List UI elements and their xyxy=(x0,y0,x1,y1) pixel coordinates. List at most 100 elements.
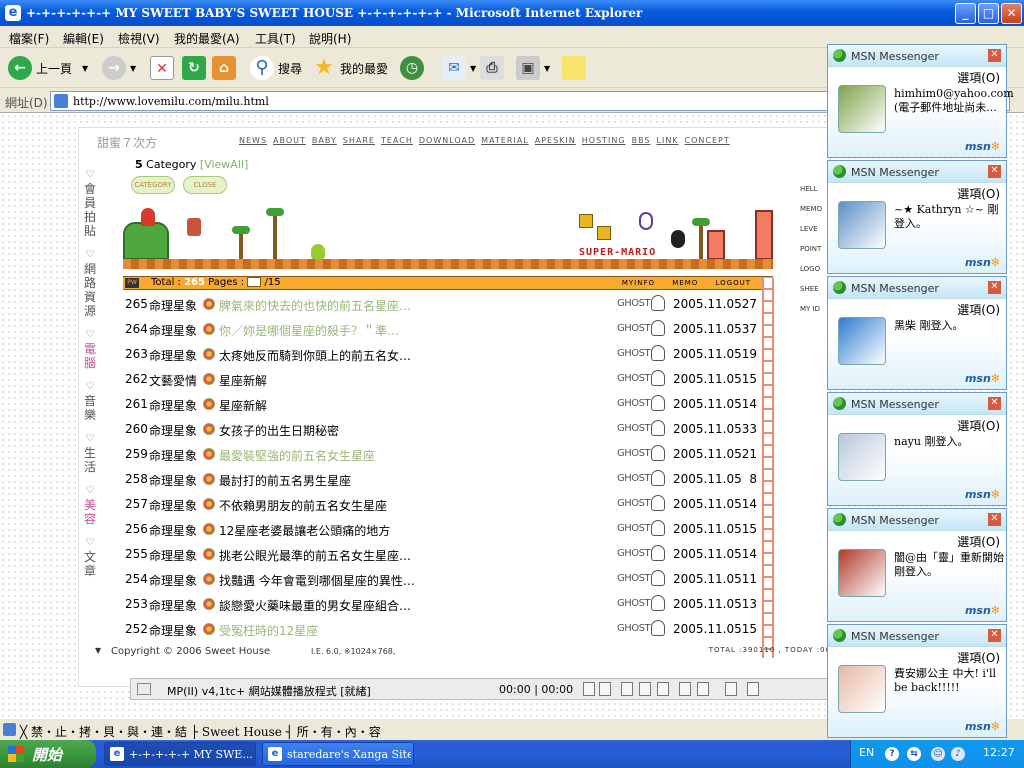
myinfo-link[interactable]: MYINFO xyxy=(622,279,655,287)
search-button[interactable]: ⚲ 搜尋 xyxy=(250,54,302,82)
right-side-item[interactable]: MY ID xyxy=(800,299,830,319)
menu-tools[interactable]: 工具(T) xyxy=(255,30,296,47)
close-button[interactable]: ✕ xyxy=(1001,3,1022,24)
row-author[interactable]: GHOST xyxy=(617,498,651,509)
msn-popup[interactable]: MSN Messenger ✕ 選項(O) 費安娜公主 中大! i'll be bac… xyxy=(827,624,1007,738)
side-category[interactable]: ♡ 網路資源 xyxy=(83,248,97,318)
row-category[interactable]: 命理星象 xyxy=(149,572,197,589)
back-button[interactable]: ← 上一頁 ▼ xyxy=(8,54,88,82)
row-author[interactable]: GHOST xyxy=(617,423,651,434)
player-stop-button[interactable] xyxy=(657,682,669,696)
close-icon[interactable]: ✕ xyxy=(988,629,1001,642)
maximize-button[interactable]: □ xyxy=(978,3,999,24)
right-side-item[interactable]: LOGO xyxy=(800,259,830,279)
nav-item[interactable]: APESKIN xyxy=(535,136,576,145)
favorites-button[interactable]: ★ 我的最愛 xyxy=(312,54,388,82)
taskbar-item-xanga[interactable]: e staredare's Xanga Site -... xyxy=(262,742,414,766)
row-category[interactable]: 命理星象 xyxy=(149,397,197,414)
row-category[interactable]: 命理星象 xyxy=(149,622,197,639)
row-category[interactable]: 命理星象 xyxy=(149,472,197,489)
close-icon[interactable]: ✕ xyxy=(988,397,1001,410)
menu-edit[interactable]: 編輯(E) xyxy=(63,30,104,47)
nav-item[interactable]: HOSTING xyxy=(582,136,626,145)
memo-link[interactable]: MEMO xyxy=(672,279,698,287)
msn-popup-text[interactable]: 費安娜公主 中大! i'll be back!!!!! xyxy=(894,667,1004,695)
logout-link[interactable]: LOGOUT xyxy=(716,279,752,287)
side-category[interactable]: ♡ 電腦 xyxy=(83,328,97,370)
msn-options-link[interactable]: 選項(O) xyxy=(957,417,1000,434)
view-all-link[interactable]: [ViewAll] xyxy=(200,158,248,171)
msn-popup-text[interactable]: ~★ Kathryn ☆~ 剛登入。 xyxy=(894,203,1004,231)
help-tray-icon[interactable]: ? xyxy=(885,747,899,761)
row-author[interactable]: GHOST xyxy=(617,398,651,409)
right-side-item[interactable]: SHEE xyxy=(800,279,830,299)
row-author[interactable]: GHOST xyxy=(617,298,651,309)
nav-item[interactable]: LINK xyxy=(657,136,679,145)
edit-dropdown-icon[interactable]: ▼ xyxy=(544,64,550,73)
row-title-link[interactable]: 找豔遇 今年會電到哪個星座的異性… xyxy=(219,572,415,589)
row-author[interactable]: GHOST xyxy=(617,548,651,559)
forward-dropdown-icon[interactable]: ▼ xyxy=(130,64,136,73)
msn-options-link[interactable]: 選項(O) xyxy=(957,185,1000,202)
row-category[interactable]: 文藝愛情 xyxy=(149,372,197,389)
back-dropdown-icon[interactable]: ▼ xyxy=(82,64,88,73)
row-category[interactable]: 命理星象 xyxy=(149,297,197,314)
side-category[interactable]: ♡ 生活 xyxy=(83,432,97,474)
right-side-item[interactable]: LEVE xyxy=(800,219,830,239)
row-category[interactable]: 命理星象 xyxy=(149,422,197,439)
home-button[interactable]: ⌂ xyxy=(212,54,240,82)
side-category[interactable]: ♡ 音樂 xyxy=(83,380,97,422)
row-title-link[interactable]: 談戀愛火藥味最重的男女星座組合… xyxy=(219,597,411,614)
player-prev-button[interactable] xyxy=(583,682,595,696)
nav-item[interactable]: NEWS xyxy=(239,136,267,145)
player-pause-button[interactable] xyxy=(621,682,633,696)
forward-button[interactable]: → ▼ xyxy=(102,54,136,82)
row-author[interactable]: GHOST xyxy=(617,623,651,634)
player-forward-button[interactable] xyxy=(679,682,691,696)
row-title-link[interactable]: 太疼她反而騎到你頭上的前五名女… xyxy=(219,347,411,364)
msn-tray-icon[interactable]: ☺ xyxy=(931,747,945,761)
nav-item[interactable]: ABOUT xyxy=(273,136,306,145)
nav-item[interactable]: MATERIAL xyxy=(481,136,529,145)
menu-file[interactable]: 檔案(F) xyxy=(9,30,49,47)
category-cloud-button[interactable]: CATEGORY xyxy=(131,176,175,194)
menu-view[interactable]: 檢視(V) xyxy=(118,30,160,47)
player-next-button[interactable] xyxy=(697,682,709,696)
msn-popup[interactable]: MSN Messenger ✕ 選項(O) 闇@由「靈」重新開始 剛登入。 msn✻ xyxy=(827,508,1007,622)
right-side-item[interactable]: HELL xyxy=(800,179,830,199)
row-title-link[interactable]: 你／妳是哪個星座的殺手？＂準… xyxy=(219,322,399,339)
row-title-link[interactable]: 星座新解 xyxy=(219,397,267,414)
close-icon[interactable]: ✕ xyxy=(988,281,1001,294)
row-category[interactable]: 命理星象 xyxy=(149,547,197,564)
msn-popup[interactable]: MSN Messenger ✕ 選項(O) himhim0@yahoo.com (電子… xyxy=(827,44,1014,158)
menu-help[interactable]: 說明(H) xyxy=(309,30,351,47)
language-indicator[interactable]: EN xyxy=(859,746,874,759)
nav-item[interactable]: TEACH xyxy=(381,136,413,145)
row-title-link[interactable]: 12星座老婆最讓老公頭痛的地方 xyxy=(219,522,390,539)
row-category[interactable]: 命理星象 xyxy=(149,447,197,464)
start-button[interactable]: 開始 xyxy=(0,740,96,768)
row-author[interactable]: GHOST xyxy=(617,573,651,584)
close-icon[interactable]: ✕ xyxy=(988,513,1001,526)
nav-item[interactable]: CONCEPT xyxy=(685,136,730,145)
msn-popup-text[interactable]: nayu 剛登入。 xyxy=(894,435,1004,449)
nav-item[interactable]: BABY xyxy=(312,136,337,145)
msn-options-link[interactable]: 選項(O) xyxy=(957,301,1000,318)
notes-button[interactable] xyxy=(562,54,590,82)
side-category[interactable]: ♡ 美容 xyxy=(83,484,97,526)
row-author[interactable]: GHOST xyxy=(617,523,651,534)
msn-popup-text[interactable]: 黑柴 剛登入。 xyxy=(894,319,1004,333)
row-author[interactable]: GHOST xyxy=(617,473,651,484)
nav-item[interactable]: BBS xyxy=(632,136,651,145)
right-side-item[interactable]: POINT xyxy=(800,239,830,259)
row-title-link[interactable]: 受冤枉時的12星座 xyxy=(219,622,318,639)
row-author[interactable]: GHOST xyxy=(617,348,651,359)
msn-options-link[interactable]: 選項(O) xyxy=(957,649,1000,666)
row-category[interactable]: 命理星象 xyxy=(149,597,197,614)
row-category[interactable]: 命理星象 xyxy=(149,347,197,364)
msn-popup[interactable]: MSN Messenger ✕ 選項(O) 黑柴 剛登入。 msn✻ xyxy=(827,276,1007,390)
row-author[interactable]: GHOST xyxy=(617,448,651,459)
nav-item[interactable]: DOWNLOAD xyxy=(419,136,475,145)
player-rewind-button[interactable] xyxy=(599,682,611,696)
row-author[interactable]: GHOST xyxy=(617,373,651,384)
